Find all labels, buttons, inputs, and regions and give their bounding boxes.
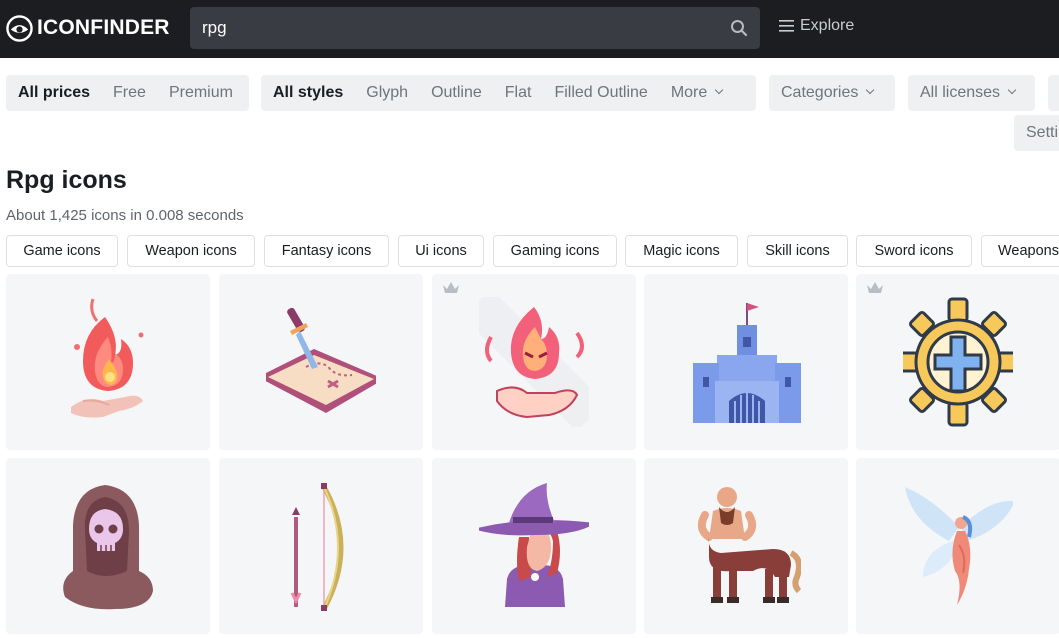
categories-label: Categories — [781, 84, 859, 101]
page-title: Rpg icons — [6, 166, 127, 194]
tag-weapons[interactable]: Weapons — [981, 235, 1059, 267]
filter-premium[interactable]: Premium — [169, 84, 233, 102]
search-icon[interactable] — [730, 19, 748, 37]
related-tags: Game icons Weapon icons Fantasy icons Ui… — [6, 235, 1059, 267]
castle-icon — [693, 303, 801, 423]
fire-spirit-hand-icon — [479, 297, 589, 427]
tag-ui-icons[interactable]: Ui icons — [398, 235, 484, 267]
filter-all-styles[interactable]: All styles — [273, 84, 343, 102]
categories-dropdown[interactable]: Categories — [769, 75, 895, 111]
filter-glyph[interactable]: Glyph — [366, 84, 408, 102]
fairy-icon — [905, 487, 1013, 605]
logo-text: ICONFINDER — [37, 16, 170, 39]
tag-gaming-icons[interactable]: Gaming icons — [493, 235, 617, 267]
more-label: More — [670, 84, 708, 101]
treasure-map-sword-icon — [266, 307, 376, 413]
hooded-skull-icon — [63, 485, 154, 610]
icon-card-holy-cross-gear[interactable] — [856, 274, 1059, 450]
explore-menu[interactable]: Explore — [779, 17, 854, 35]
eye-logo-icon — [6, 14, 33, 42]
tag-skill-icons[interactable]: Skill icons — [747, 235, 848, 267]
extra-filter-button[interactable] — [1048, 75, 1059, 111]
filter-more-dropdown[interactable]: More — [670, 84, 724, 102]
filter-filled-outline[interactable]: Filled Outline — [554, 84, 647, 102]
tag-weapon-icons[interactable]: Weapon icons — [127, 235, 255, 267]
tag-fantasy-icons[interactable]: Fantasy icons — [264, 235, 389, 267]
icon-card-bow-arrow[interactable] — [219, 458, 423, 634]
style-filter: All styles Glyph Outline Flat Filled Out… — [261, 75, 756, 111]
fire-magic-hand-icon — [71, 298, 144, 418]
bow-arrow-icon — [290, 483, 344, 611]
witch-icon — [479, 483, 589, 607]
top-bar: ICONFINDER Explore — [0, 0, 1059, 58]
icon-card-hooded-skull[interactable] — [6, 458, 210, 634]
tag-sword-icons[interactable]: Sword icons — [856, 235, 972, 267]
tag-magic-icons[interactable]: Magic icons — [625, 235, 738, 267]
licenses-label: All licenses — [920, 84, 1001, 101]
search-bar — [190, 7, 760, 49]
filter-free[interactable]: Free — [113, 84, 146, 102]
icon-card-centaur[interactable] — [644, 458, 848, 634]
crown-premium-icon — [867, 282, 883, 293]
filter-flat[interactable]: Flat — [505, 84, 532, 102]
logo[interactable]: ICONFINDER — [6, 12, 170, 44]
icon-card-witch[interactable] — [432, 458, 636, 634]
price-filter: All prices Free Premium — [6, 75, 249, 111]
holy-cross-gear-icon — [903, 297, 1013, 427]
licenses-dropdown[interactable]: All licenses — [908, 75, 1035, 111]
icon-card-castle[interactable] — [644, 274, 848, 450]
hamburger-icon — [779, 20, 794, 32]
crown-premium-icon — [443, 282, 459, 293]
result-count: About 1,425 icons in 0.008 seconds — [6, 207, 244, 224]
settings-label: Setti — [1026, 124, 1059, 141]
search-input[interactable] — [202, 7, 722, 49]
centaur-icon — [697, 487, 801, 603]
chevron-down-icon — [1007, 85, 1017, 95]
filter-all-prices[interactable]: All prices — [18, 84, 90, 102]
settings-button[interactable]: Setti — [1014, 115, 1059, 151]
icon-card-fire-spirit-hand[interactable] — [432, 274, 636, 450]
chevron-down-icon — [866, 85, 875, 95]
icon-card-fairy[interactable] — [856, 458, 1059, 634]
icon-card-treasure-map-sword[interactable] — [219, 274, 423, 450]
icon-card-fire-magic-hand[interactable] — [6, 274, 210, 450]
explore-label: Explore — [800, 17, 855, 34]
tag-game-icons[interactable]: Game icons — [6, 235, 118, 267]
chevron-down-icon — [715, 85, 724, 95]
filter-outline[interactable]: Outline — [431, 84, 482, 102]
